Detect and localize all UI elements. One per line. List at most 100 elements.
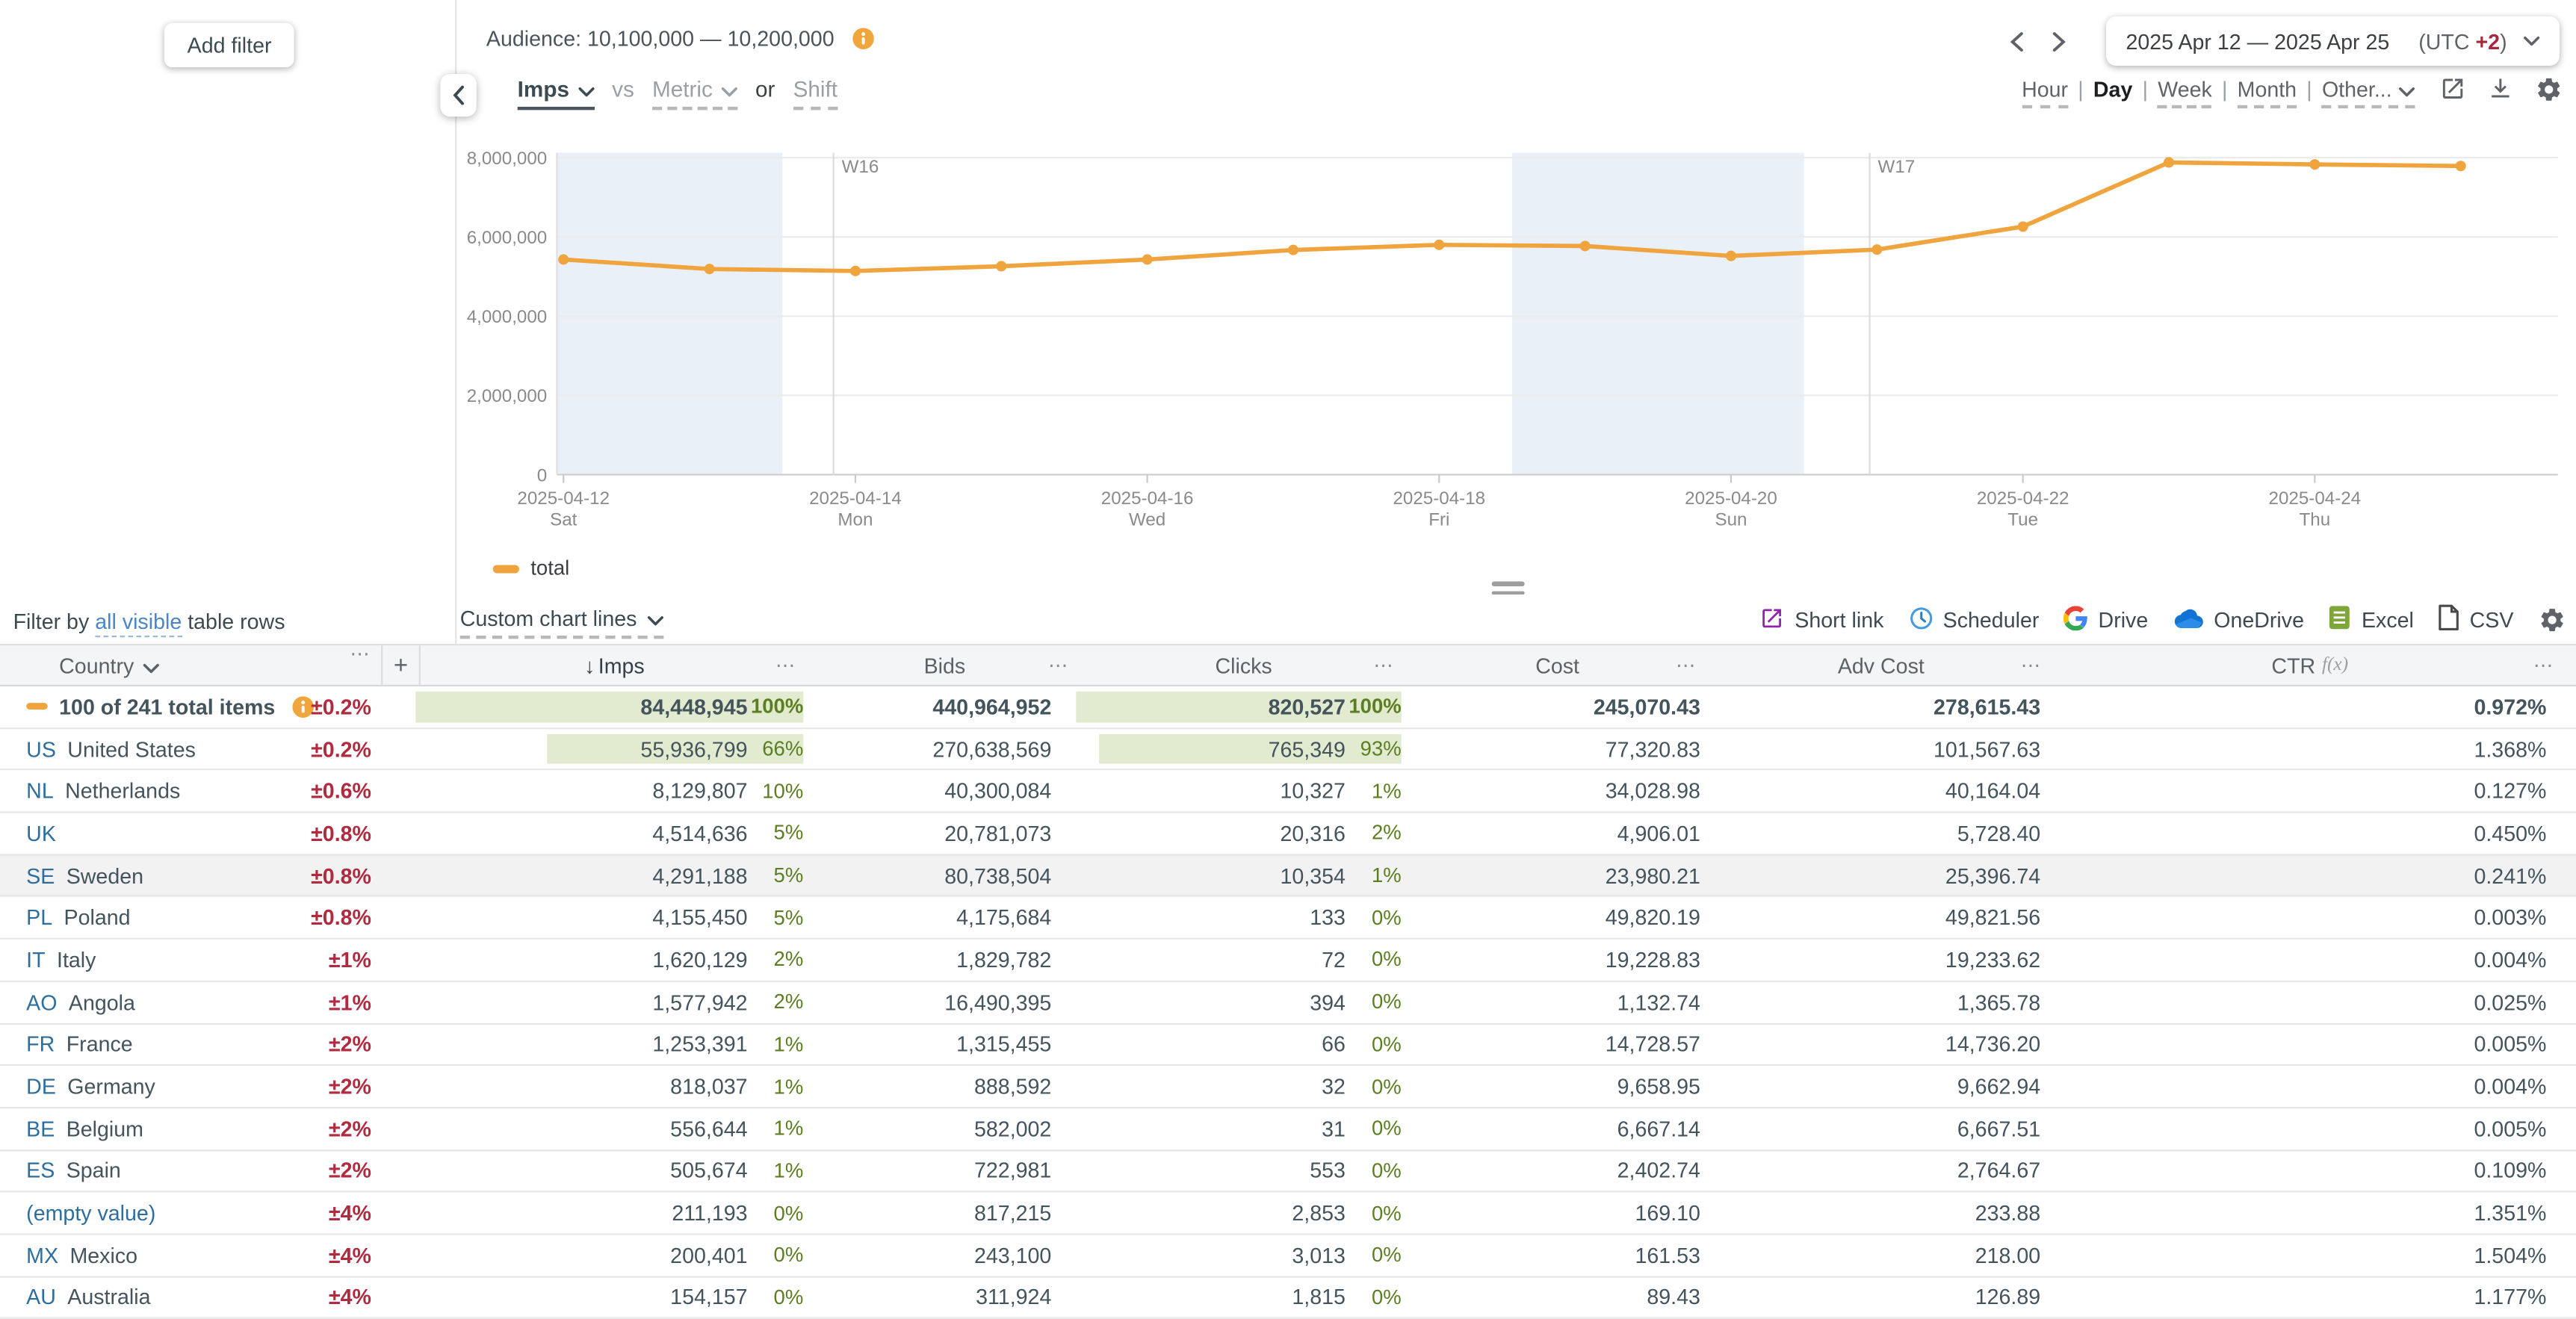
- data-point[interactable]: [996, 261, 1007, 272]
- info-icon[interactable]: [852, 28, 874, 49]
- export-short-link[interactable]: Short link: [1760, 605, 1883, 635]
- data-point[interactable]: [558, 254, 569, 265]
- country-code-link[interactable]: MX: [26, 1243, 58, 1267]
- gear-icon[interactable]: [2535, 75, 2563, 103]
- country-code-link[interactable]: US: [26, 736, 56, 761]
- chevron-right-icon[interactable]: [2040, 19, 2076, 62]
- table-row[interactable]: PL Poland ±0.8% 4,155,450 5% 4,175,684 133 0% 49…: [0, 897, 2576, 940]
- granularity-hour[interactable]: Hour: [2022, 77, 2069, 109]
- chevron-left-icon[interactable]: [1998, 19, 2034, 62]
- country-code-link[interactable]: ES: [26, 1158, 55, 1183]
- column-menu-icon[interactable]: ⋯: [1676, 654, 1697, 677]
- column-menu-icon[interactable]: ⋯: [1373, 654, 1395, 677]
- granularity-other[interactable]: Other...: [2321, 77, 2415, 109]
- column-header-adv-cost[interactable]: Adv Cost ⋯: [1709, 645, 2054, 685]
- cell-bids: 722,981: [973, 1158, 1052, 1184]
- country-code-link[interactable]: AU: [26, 1285, 56, 1310]
- country-name[interactable]: (empty value): [26, 1201, 155, 1226]
- download-icon[interactable]: [2487, 75, 2513, 103]
- table-row[interactable]: FR France ±2% 1,253,391 1% 1,315,455 66 0% 14,72…: [0, 1024, 2576, 1067]
- table-row[interactable]: SE Sweden ±0.8% 4,291,188 5% 80,738,504 10,354…: [0, 855, 2576, 898]
- column-menu-icon[interactable]: ⋯: [1048, 654, 1070, 677]
- table-row-total[interactable]: 100 of 241 total items ±0.2% 84,448,945 100…: [0, 686, 2576, 729]
- country-code-link[interactable]: DE: [26, 1074, 56, 1099]
- data-point[interactable]: [1871, 244, 1883, 255]
- column-header-bids[interactable]: Bids ⋯: [808, 645, 1081, 685]
- country-code-link[interactable]: UK: [26, 821, 56, 845]
- cell-country: 100 of 241 total items: [0, 686, 322, 727]
- legend-item-total[interactable]: total: [492, 556, 569, 580]
- data-point[interactable]: [1434, 239, 1445, 250]
- timeseries-chart[interactable]: 0 2,000,000 4,000,000 6,000,000 8,000,000 W16…: [456, 140, 2576, 539]
- country-name: Poland: [64, 905, 131, 931]
- data-point[interactable]: [2017, 221, 2028, 232]
- export-scheduler[interactable]: Scheduler: [1908, 605, 2039, 635]
- cell-bids: 270,638,569: [932, 736, 1052, 762]
- data-point[interactable]: [2309, 159, 2320, 170]
- clicks-value: 1,815: [1292, 1285, 1346, 1310]
- data-point[interactable]: [1142, 254, 1153, 265]
- data-point[interactable]: [1725, 250, 1737, 261]
- custom-chart-lines-dropdown[interactable]: Custom chart lines: [459, 606, 663, 639]
- column-header-cost[interactable]: Cost ⋯: [1406, 645, 1709, 685]
- table-row[interactable]: NL Netherlands ±0.6% 8,129,807 10% 40,300,084…: [0, 771, 2576, 813]
- compare-metric-selector[interactable]: Metric: [652, 77, 737, 111]
- filter-by-scope-link[interactable]: all visible: [95, 609, 182, 638]
- table-row[interactable]: MX Mexico ±4% 200,401 0% 243,100 3,013 0% 161.53…: [0, 1235, 2576, 1277]
- column-menu-icon[interactable]: ⋯: [2021, 654, 2043, 677]
- data-point[interactable]: [1287, 244, 1298, 255]
- column-header-ctr[interactable]: CTR f(x) ⋯: [2054, 645, 2566, 685]
- data-point[interactable]: [849, 265, 861, 276]
- column-header-clicks[interactable]: Clicks ⋯: [1081, 645, 1406, 685]
- data-point[interactable]: [2455, 161, 2466, 172]
- table-row[interactable]: AO Angola ±1% 1,577,942 2% 16,490,395 394 0% 1,1…: [0, 981, 2576, 1025]
- collapse-panel-button[interactable]: [440, 73, 477, 117]
- country-code-link[interactable]: AO: [26, 990, 57, 1014]
- table-row[interactable]: (empty value) ±4% 211,193 0% 817,215 2,853 0% 1…: [0, 1193, 2576, 1235]
- column-menu-icon[interactable]: ⋯: [775, 654, 797, 677]
- export-excel[interactable]: Excel: [2329, 604, 2414, 636]
- export-csv[interactable]: CSV: [2439, 604, 2513, 636]
- table-row[interactable]: DE Germany ±2% 818,037 1% 888,592 32 0% 9,658.95…: [0, 1066, 2576, 1109]
- cell-imps: 4,291,188 5%: [421, 855, 808, 896]
- info-icon[interactable]: [291, 696, 313, 718]
- table-row[interactable]: ES Spain ±2% 505,674 1% 722,981 553 0% 2,402.74 2…: [0, 1150, 2576, 1194]
- column-header-country[interactable]: Country: [0, 645, 322, 685]
- table-row[interactable]: IT Italy ±1% 1,620,129 2% 1,829,782 72 0% 19,228…: [0, 940, 2576, 982]
- shift-selector[interactable]: Shift: [793, 77, 838, 111]
- country-code-link[interactable]: NL: [26, 779, 54, 804]
- data-point[interactable]: [1579, 240, 1591, 252]
- granularity-week[interactable]: Week: [2158, 77, 2212, 109]
- imps-percent: 2%: [773, 948, 804, 972]
- column-menu-icon[interactable]: ⋯: [2533, 654, 2555, 677]
- metric-selector[interactable]: Imps: [517, 77, 594, 111]
- table-row[interactable]: US United States ±0.2% 55,936,799 66% 270,638…: [0, 728, 2576, 772]
- country-code-link[interactable]: PL: [26, 905, 52, 930]
- granularity-month[interactable]: Month: [2237, 77, 2297, 109]
- column-header-imps[interactable]: ↓ Imps ⋯: [421, 645, 808, 685]
- add-filter-button[interactable]: Add filter: [164, 22, 295, 68]
- column-menu-icon[interactable]: ⋯: [350, 642, 371, 665]
- table-row[interactable]: UK ±0.8% 4,514,636 5% 20,781,073 20,316 2% 4,90…: [0, 813, 2576, 856]
- country-code-link[interactable]: SE: [26, 863, 55, 888]
- report-page: Add filter Filter by all visible table r…: [0, 0, 2576, 1319]
- data-point[interactable]: [2163, 157, 2175, 168]
- cell-country: BE Belgium: [0, 1108, 322, 1149]
- export-onedrive[interactable]: OneDrive: [2173, 607, 2304, 633]
- table-row[interactable]: BE Belgium ±2% 556,644 1% 582,002 31 0% 6,667.14…: [0, 1108, 2576, 1151]
- add-column-button[interactable]: +: [381, 645, 421, 685]
- date-controls: 2025 Apr 12 — 2025 Apr 25 (UTC +2): [1998, 16, 2560, 66]
- data-point[interactable]: [704, 264, 715, 275]
- country-code-link[interactable]: FR: [26, 1032, 55, 1057]
- country-name: France: [66, 1031, 133, 1057]
- chart-resize-handle[interactable]: [1491, 581, 1525, 599]
- table-settings-gear-icon[interactable]: [2538, 606, 2566, 633]
- country-code-link[interactable]: BE: [26, 1117, 55, 1141]
- country-code-link[interactable]: IT: [26, 948, 45, 972]
- cell-clicks: 10,354 1%: [1081, 855, 1406, 896]
- open-in-new-icon[interactable]: [2439, 75, 2465, 103]
- date-range-picker[interactable]: 2025 Apr 12 — 2025 Apr 25 (UTC +2): [2106, 16, 2560, 66]
- excel-file-icon: [2329, 604, 2352, 636]
- export-drive[interactable]: Drive: [2063, 605, 2148, 635]
- granularity-day[interactable]: Day: [2093, 77, 2132, 108]
